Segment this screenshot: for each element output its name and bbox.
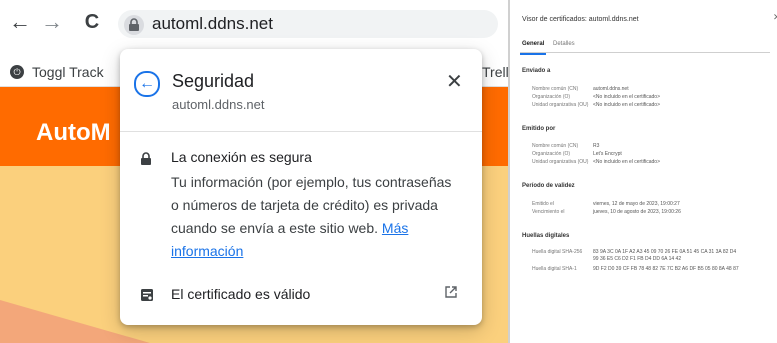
page-brand-title: AutoM: [36, 119, 111, 146]
description-text: Tu información (por ejemplo, tus contras…: [171, 174, 452, 236]
security-popup: ← Seguridad automl.ddns.net ✕ La conexió…: [120, 49, 482, 325]
field-value: <No incluido en el certificado>: [593, 102, 660, 108]
field-value: jueves, 10 de agosto de 2023, 19:00:26: [593, 209, 681, 215]
site-info-button[interactable]: [124, 15, 144, 35]
bookmark-trello[interactable]: Trello: [482, 64, 508, 80]
connection-status: La conexión es segura: [171, 149, 312, 165]
field-value: automl.ddns.net: [593, 86, 629, 92]
bookmark-label: Toggl Track: [32, 64, 104, 80]
field-value: R3: [593, 143, 600, 149]
field-label: Organización (O): [532, 94, 571, 100]
field-value: Let's Encrypt: [593, 151, 622, 157]
lock-icon: [129, 18, 139, 31]
field-label: Unidad organizativa (OU): [532, 159, 589, 165]
field-value: <No incluido en el certificado>: [593, 159, 660, 165]
popup-domain: automl.ddns.net: [172, 97, 265, 112]
toggl-icon: ⏻: [10, 65, 24, 79]
field-label: Huella digital SHA-1: [532, 266, 577, 272]
viewer-title: Visor de certificados: automl.ddns.net: [522, 16, 639, 23]
field-label: Unidad organizativa (OU): [532, 102, 589, 108]
external-link-icon[interactable]: [444, 285, 458, 299]
certificate-status[interactable]: El certificado es válido: [171, 286, 310, 302]
connection-description: Tu información (por ejemplo, tus contras…: [171, 171, 463, 263]
issued-to-heading: Enviado a: [522, 68, 551, 74]
field-label: Emitido el: [532, 201, 554, 207]
forward-arrow-icon[interactable]: →: [38, 8, 66, 36]
field-value: 9D F2 D0 39 CF FB 78 48 82 7E 7C B2 A6 D…: [593, 266, 739, 272]
bookmark-toggl-track[interactable]: ⏻ Toggl Track: [10, 64, 104, 80]
lock-icon: [141, 152, 151, 165]
field-label: Organización (O): [532, 151, 571, 157]
popup-title: Seguridad: [172, 71, 255, 91]
certificate-icon: [141, 289, 153, 301]
field-value: <No incluido en el certificado>: [593, 94, 660, 100]
divider: [120, 131, 482, 132]
field-value: 83 9A 3C 0A 1F A2 A3 45 09 70 26 FE 0A 5…: [593, 249, 737, 262]
reload-icon[interactable]: C: [78, 8, 106, 36]
tab-details[interactable]: Detalles: [553, 41, 575, 47]
fingerprints-heading: Huellas digitales: [522, 233, 570, 239]
back-arrow-icon[interactable]: ←: [6, 8, 34, 36]
issued-by-heading: Emitido por: [522, 126, 556, 132]
field-value: viernes, 12 de mayo de 2023, 19:00:27: [593, 201, 680, 207]
browser-window: AutoM ← → C automl.ddns.net ⏻ Toggl Trac…: [0, 0, 508, 343]
field-label: Nombre común (CN): [532, 86, 579, 92]
certificate-viewer: Visor de certificados: automl.ddns.net ✕…: [510, 0, 777, 343]
field-label: Nombre común (CN): [532, 143, 579, 149]
field-label: Huella digital SHA-256: [532, 249, 583, 255]
viewer-tabs: General Detalles: [519, 38, 770, 55]
field-label: Vencimiento el: [532, 209, 565, 215]
validity-heading: Período de validez: [522, 183, 575, 189]
close-icon[interactable]: ✕: [773, 12, 777, 23]
back-arrow-icon[interactable]: ←: [134, 71, 160, 97]
close-icon[interactable]: ✕: [446, 69, 463, 94]
url-text[interactable]: automl.ddns.net: [152, 14, 273, 34]
tab-general[interactable]: General: [519, 41, 547, 55]
